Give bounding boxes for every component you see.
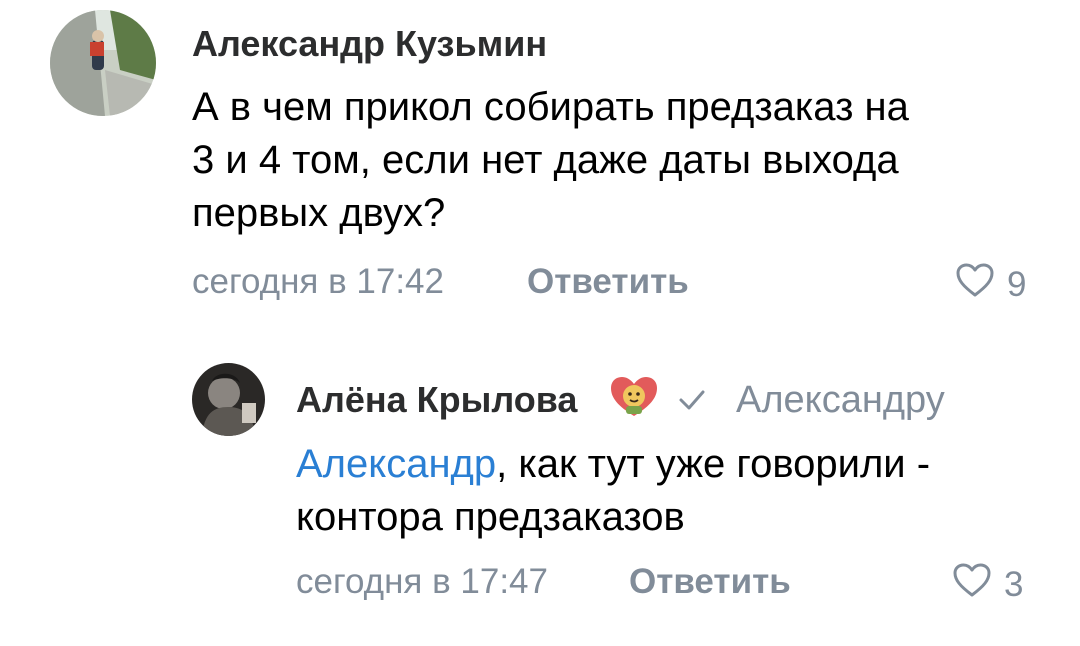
comment-text-line: А в чем прикол собирать предзаказ на [192, 85, 909, 129]
like-button[interactable]: 3 [952, 562, 1023, 607]
checkmark-reply-icon [678, 388, 706, 417]
reply-text-line: контора предзаказов [296, 495, 685, 539]
reply-text-line: Александр, как тут уже говорили - [296, 438, 930, 491]
mention-link[interactable]: Александр [296, 442, 496, 486]
comment-text-line: 3 и 4 том, если нет даже даты выхода [192, 138, 899, 182]
reply-button[interactable]: Ответить [527, 262, 689, 302]
like-count: 3 [1004, 564, 1024, 604]
reply-to-link[interactable]: Александру [736, 380, 945, 420]
avatar[interactable] [192, 363, 265, 436]
heart-outline-icon [952, 562, 992, 607]
comment-author[interactable]: Александр Кузьмин [192, 24, 547, 64]
reply-author[interactable]: Алёна Крылова [296, 380, 577, 420]
reply-timestamp: сегодня в 17:47 [296, 562, 548, 601]
comment-text-line: первых двух? [192, 191, 446, 235]
reply-text: Александр, как тут уже говорили - контор… [296, 438, 930, 544]
reply-button[interactable]: Ответить [629, 562, 791, 602]
comment-text: А в чем прикол собирать предзаказ на 3 и… [192, 81, 909, 240]
reply-text-fragment: , как тут уже говорили - [496, 442, 931, 486]
comment-timestamp: сегодня в 17:42 [192, 262, 444, 301]
like-count: 9 [1007, 264, 1027, 304]
like-button[interactable]: 9 [955, 262, 1026, 307]
heart-lion-sticker-icon [608, 374, 660, 423]
avatar[interactable] [50, 10, 156, 116]
heart-outline-icon [955, 262, 995, 307]
